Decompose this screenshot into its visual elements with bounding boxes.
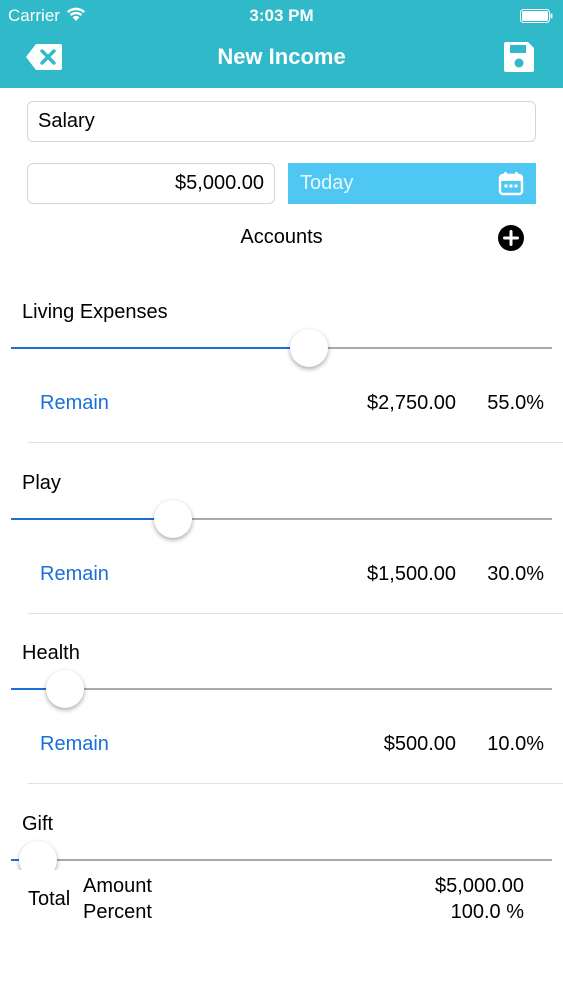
account-name: Health: [22, 642, 80, 664]
account-amount: $1,500.00: [367, 563, 456, 585]
accounts-header: Accounts: [240, 226, 323, 248]
date-picker-button[interactable]: Today: [288, 163, 536, 204]
account-percent: 55.0%: [487, 392, 544, 414]
remain-button[interactable]: Remain: [40, 392, 109, 415]
amount-label: Amount: [83, 875, 152, 897]
divider: [28, 613, 563, 614]
divider: [28, 442, 563, 443]
income-name-input[interactable]: [27, 101, 536, 142]
account-play: Play Remain $1,500.00 30.0%: [0, 450, 563, 621]
allocation-slider[interactable]: [11, 329, 552, 367]
remain-button[interactable]: Remain: [40, 733, 109, 756]
account-percent: 30.0%: [487, 563, 544, 585]
slider-thumb[interactable]: [46, 670, 85, 708]
allocation-slider[interactable]: [11, 670, 552, 708]
remain-button[interactable]: Remain: [40, 563, 109, 586]
date-label: Today: [300, 172, 354, 194]
plus-circle-icon[interactable]: [497, 224, 525, 252]
calendar-icon: [498, 171, 524, 202]
account-amount: $2,750.00: [367, 392, 456, 414]
slider-thumb[interactable]: [154, 500, 193, 538]
divider: [28, 783, 563, 784]
allocation-slider[interactable]: [11, 841, 552, 879]
slider-fill: [11, 347, 309, 349]
totals-panel: Total Amount Percent $5,000.00 100.0 %: [0, 870, 563, 940]
account-amount: $500.00: [383, 733, 456, 755]
account-name: Living Expenses: [22, 301, 168, 323]
total-label: Total: [28, 888, 71, 910]
battery-icon: [520, 9, 554, 28]
account-name: Play: [22, 472, 61, 494]
nav-header: Carrier 3:03 PM New Income: [0, 0, 563, 88]
save-disk-icon[interactable]: [502, 40, 536, 74]
slider-thumb[interactable]: [289, 329, 328, 367]
total-percent: 100.0 %: [450, 901, 524, 923]
total-amount: $5,000.00: [435, 875, 524, 897]
account-name: Gift: [22, 813, 54, 835]
income-amount-input[interactable]: [27, 163, 275, 204]
slider-fill: [11, 518, 174, 520]
status-time: 3:03 PM: [249, 6, 314, 25]
page-title: New Income: [217, 44, 346, 69]
account-health: Health Remain $500.00 10.0%: [0, 620, 563, 791]
account-living-expenses: Living Expenses Remain $2,750.00 55.0%: [0, 279, 563, 450]
allocation-slider[interactable]: [11, 500, 552, 538]
account-percent: 10.0%: [487, 733, 544, 755]
percent-label: Percent: [83, 901, 152, 923]
